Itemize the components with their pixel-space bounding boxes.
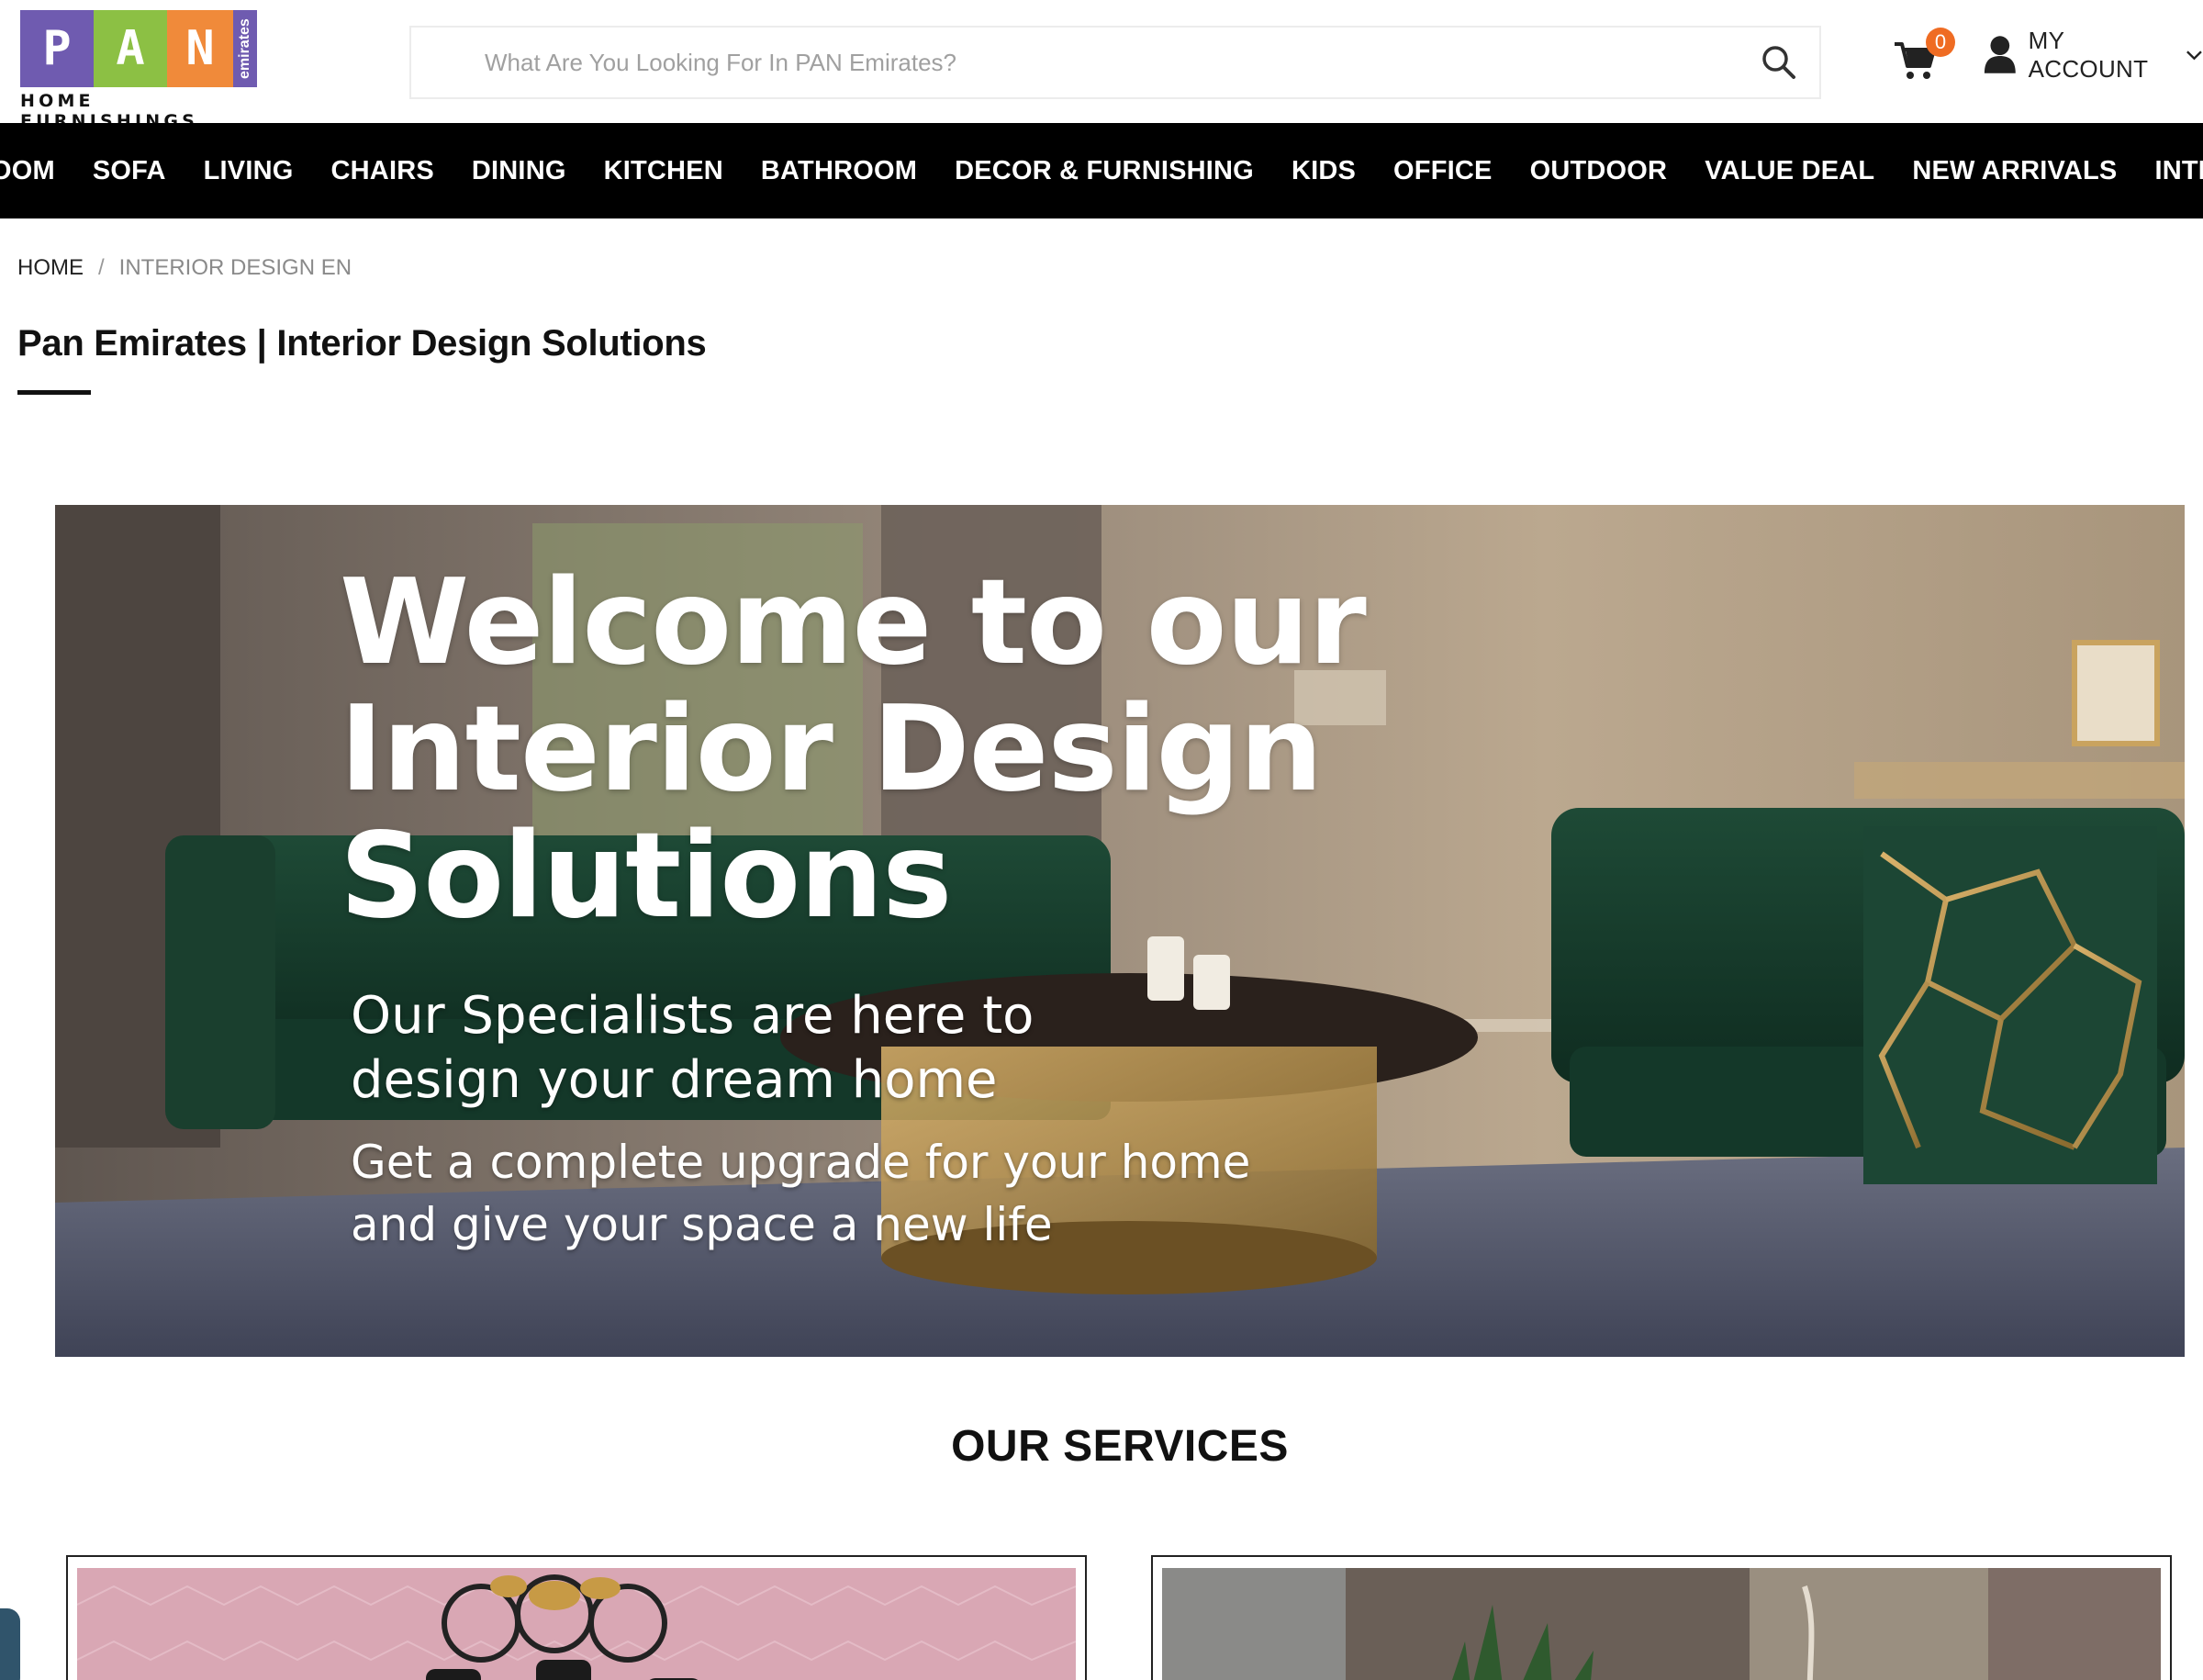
- nav-item-sofa[interactable]: SOFA: [93, 156, 166, 186]
- nav-item-decor-furnishing[interactable]: DECOR & FURNISHING: [955, 156, 1254, 186]
- cart-count-badge: 0: [1926, 28, 1955, 57]
- user-icon: [1984, 36, 2016, 73]
- nav-item-kitchen[interactable]: KITCHEN: [604, 156, 723, 186]
- cart-button[interactable]: 0: [1893, 28, 1955, 81]
- hero-banner: Welcome to our Interior Design Solutions…: [55, 505, 2185, 1357]
- page-title: Pan Emirates | Interior Design Solutions: [17, 323, 707, 364]
- nav-item-dining[interactable]: DINING: [472, 156, 566, 186]
- nav-item-outdoor[interactable]: OUTDOOR: [1530, 156, 1668, 186]
- logo-letter-a: A: [94, 10, 167, 87]
- breadcrumb-current: INTERIOR DESIGN EN: [118, 255, 352, 280]
- hero-subtitle-specialists: Our Specialists are here to design your …: [351, 986, 1034, 1110]
- search-button[interactable]: [1761, 44, 1797, 81]
- search-input[interactable]: [485, 28, 1678, 97]
- service-image-dining-room: [1162, 1568, 2161, 1680]
- my-account-label: MY ACCOUNT: [2028, 27, 2149, 83]
- services-heading: OUR SERVICES: [951, 1422, 1289, 1471]
- breadcrumb-separator: /: [98, 255, 105, 280]
- nav-item-kids[interactable]: KIDS: [1292, 156, 1356, 186]
- pan-emirates-logo[interactable]: P A N emirates HOME FURNISHINGS: [20, 10, 257, 131]
- nav-item-new-arrivals[interactable]: NEW ARRIVALS: [1912, 156, 2117, 186]
- chat-widget-tab[interactable]: [0, 1608, 20, 1680]
- hero-heading: Welcome to our Interior Design Solutions: [340, 560, 1441, 940]
- nav-item-chairs[interactable]: CHAIRS: [331, 156, 434, 186]
- logo-side-text: emirates: [233, 10, 257, 87]
- nav-item-office[interactable]: OFFICE: [1393, 156, 1493, 186]
- hero-heading-line-2: Interior Design: [340, 681, 1323, 818]
- service-card-1[interactable]: [66, 1555, 1087, 1680]
- logo-tiles: P A N emirates: [20, 10, 257, 87]
- my-account-menu[interactable]: MY ACCOUNT: [1983, 27, 2203, 83]
- logo-letter-n: N: [167, 10, 233, 87]
- hero-heading-line-3: Solutions: [340, 808, 952, 945]
- hero-heading-line-1: Welcome to our: [340, 554, 1367, 691]
- main-navigation: OOM SOFA LIVING CHAIRS DINING KITCHEN BA…: [0, 123, 2203, 218]
- service-card-2[interactable]: [1151, 1555, 2172, 1680]
- breadcrumb-home-link[interactable]: HOME: [17, 255, 84, 281]
- chevron-down-icon: [2186, 50, 2202, 61]
- title-underline: [17, 390, 91, 395]
- nav-item-interior-design[interactable]: INTERIOR DE: [2154, 156, 2203, 186]
- search-icon: [1762, 46, 1795, 79]
- hero-subtitle-upgrade: Get a complete upgrade for your home and…: [351, 1136, 1251, 1251]
- nav-item-room[interactable]: OOM: [0, 156, 55, 186]
- nav-item-bathroom[interactable]: BATHROOM: [761, 156, 917, 186]
- breadcrumb: HOME / INTERIOR DESIGN EN: [17, 255, 352, 281]
- search-bar: [409, 26, 1821, 99]
- site-header: P A N emirates HOME FURNISHINGS 0 M: [0, 0, 2203, 131]
- service-image-pendant-lights: [77, 1568, 1076, 1680]
- nav-item-value-deal[interactable]: VALUE DEAL: [1705, 156, 1874, 186]
- hero-text: Welcome to our Interior Design Solutions…: [340, 560, 1441, 1256]
- logo-letter-p: P: [20, 10, 94, 87]
- nav-item-living[interactable]: LIVING: [204, 156, 294, 186]
